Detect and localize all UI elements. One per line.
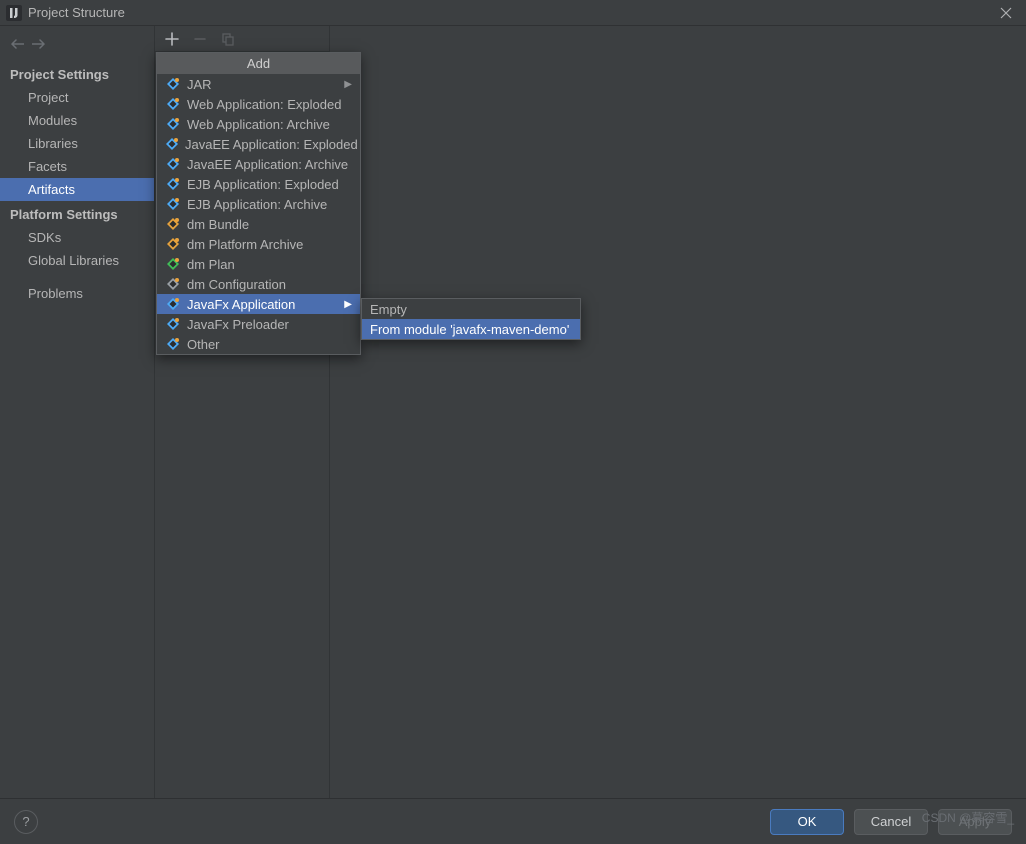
artifact-type-icon: [165, 316, 181, 332]
add-menu-item-label: EJB Application: Archive: [187, 197, 352, 212]
app-icon: [6, 5, 22, 21]
artifact-type-icon: [165, 296, 181, 312]
add-menu-item-label: JAR: [187, 77, 338, 92]
javafx-submenu: Empty From module 'javafx-maven-demo': [361, 298, 581, 340]
add-menu-item-label: JavaEE Application: Archive: [187, 157, 352, 172]
submenu-arrow-icon: ▶: [344, 79, 352, 90]
artifact-type-icon: [165, 176, 181, 192]
add-button[interactable]: [165, 32, 179, 46]
add-menu-item-label: dm Configuration: [187, 277, 352, 292]
add-menu-item[interactable]: JavaEE Application: Exploded: [157, 134, 360, 154]
add-menu-item[interactable]: JAR ▶: [157, 74, 360, 94]
close-button[interactable]: [986, 0, 1026, 26]
dialog-buttons: OK Cancel Apply: [770, 809, 1012, 835]
submenu-item-label: Empty: [370, 302, 572, 317]
sidebar-item-project[interactable]: Project: [0, 86, 154, 109]
submenu-item[interactable]: From module 'javafx-maven-demo': [362, 319, 580, 339]
group-header-platform-settings: Platform Settings: [0, 201, 154, 226]
artifact-type-icon: [165, 236, 181, 252]
back-arrow-icon[interactable]: [10, 38, 24, 53]
add-artifact-popup: Add JAR ▶ Web Application: Exploded Web A…: [156, 52, 361, 355]
add-menu-item-label: JavaEE Application: Exploded: [185, 137, 358, 152]
add-menu-item[interactable]: Web Application: Archive: [157, 114, 360, 134]
bottom-bar: ? OK Cancel Apply: [0, 798, 1026, 844]
add-menu-item-label: dm Platform Archive: [187, 237, 352, 252]
apply-button[interactable]: Apply: [938, 809, 1012, 835]
artifact-type-icon: [165, 76, 181, 92]
sidebar-item-global-libraries[interactable]: Global Libraries: [0, 249, 154, 272]
add-menu-item[interactable]: dm Configuration: [157, 274, 360, 294]
artifact-type-icon: [165, 116, 181, 132]
sidebar: Project Settings Project Modules Librari…: [0, 26, 155, 798]
sidebar-item-libraries[interactable]: Libraries: [0, 132, 154, 155]
forward-arrow-icon[interactable]: [32, 38, 46, 53]
help-button[interactable]: ?: [14, 810, 38, 834]
add-menu-item[interactable]: JavaFx Application ▶: [157, 294, 360, 314]
add-menu-item-label: dm Plan: [187, 257, 352, 272]
sidebar-item-modules[interactable]: Modules: [0, 109, 154, 132]
cancel-button[interactable]: Cancel: [854, 809, 928, 835]
artifact-type-icon: [165, 156, 181, 172]
add-menu-item-label: JavaFx Preloader: [187, 317, 352, 332]
add-menu-item[interactable]: Web Application: Exploded: [157, 94, 360, 114]
ok-button[interactable]: OK: [770, 809, 844, 835]
add-menu-item-label: JavaFx Application: [187, 297, 338, 312]
titlebar: Project Structure: [0, 0, 1026, 26]
add-menu-item[interactable]: JavaEE Application: Archive: [157, 154, 360, 174]
artifact-type-icon: [165, 96, 181, 112]
artifact-type-icon: [165, 216, 181, 232]
add-popup-title: Add: [157, 53, 360, 74]
remove-button[interactable]: [193, 32, 207, 46]
add-menu-item-label: Other: [187, 337, 352, 352]
add-menu-item[interactable]: dm Bundle: [157, 214, 360, 234]
artifact-type-icon: [165, 276, 181, 292]
add-menu-item[interactable]: EJB Application: Exploded: [157, 174, 360, 194]
artifact-type-icon: [165, 136, 179, 152]
artifact-type-icon: [165, 196, 181, 212]
window-title: Project Structure: [28, 5, 986, 20]
copy-button[interactable]: [221, 32, 235, 46]
submenu-item[interactable]: Empty: [362, 299, 580, 319]
add-menu-item-label: EJB Application: Exploded: [187, 177, 352, 192]
add-menu-item[interactable]: EJB Application: Archive: [157, 194, 360, 214]
submenu-item-label: From module 'javafx-maven-demo': [370, 322, 572, 337]
nav-arrows: [0, 30, 154, 61]
sidebar-item-facets[interactable]: Facets: [0, 155, 154, 178]
add-menu-item-label: dm Bundle: [187, 217, 352, 232]
add-menu-item[interactable]: dm Platform Archive: [157, 234, 360, 254]
body: Project Settings Project Modules Librari…: [0, 26, 1026, 798]
artifact-type-icon: [165, 256, 181, 272]
artifact-content-panel: [330, 26, 1026, 798]
artifact-type-icon: [165, 336, 181, 352]
submenu-arrow-icon: ▶: [344, 299, 352, 310]
add-menu-item[interactable]: dm Plan: [157, 254, 360, 274]
add-menu-item[interactable]: Other: [157, 334, 360, 354]
sidebar-item-sdks[interactable]: SDKs: [0, 226, 154, 249]
sidebar-item-artifacts[interactable]: Artifacts: [0, 178, 154, 201]
group-header-project-settings: Project Settings: [0, 61, 154, 86]
add-menu-item-label: Web Application: Exploded: [187, 97, 352, 112]
sidebar-item-problems[interactable]: Problems: [0, 282, 154, 305]
add-menu-item-label: Web Application: Archive: [187, 117, 352, 132]
artifact-toolbar: [155, 26, 329, 52]
add-menu-item[interactable]: JavaFx Preloader: [157, 314, 360, 334]
